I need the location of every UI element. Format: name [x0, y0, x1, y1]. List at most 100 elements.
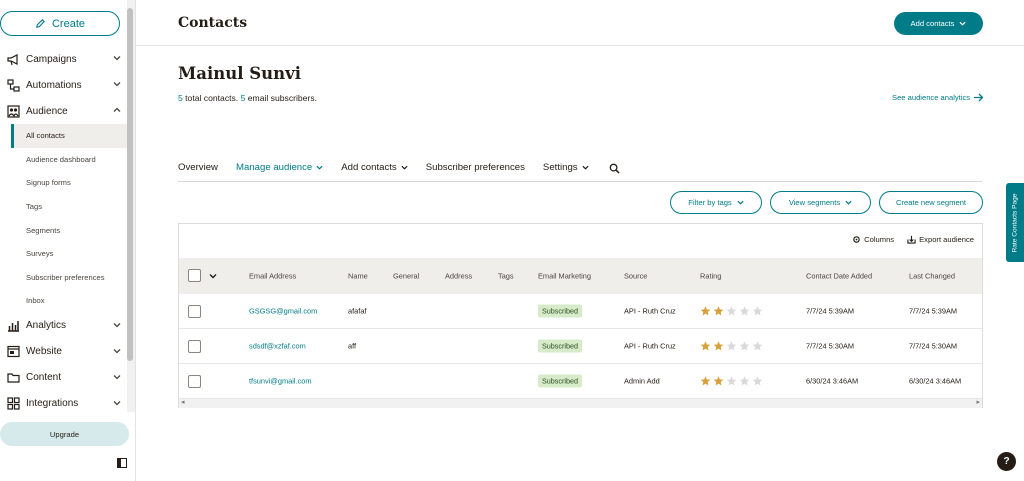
- sidebar-subitem-subscriber-preferences[interactable]: Subscriber preferences: [0, 266, 127, 290]
- star-icon[interactable]: [739, 341, 750, 352]
- contact-email-link[interactable]: sdsdf@xzfaf.com: [249, 342, 306, 351]
- star-icon[interactable]: [726, 306, 737, 317]
- sidebar-item-website[interactable]: Website: [0, 339, 127, 365]
- column-header-name[interactable]: Name: [348, 272, 368, 281]
- row-checkbox[interactable]: [188, 375, 201, 388]
- create-button[interactable]: Create: [0, 11, 120, 36]
- sidebar-item-campaigns[interactable]: Campaigns: [0, 46, 127, 72]
- contacts-table: Columns Export audience Email Address Nam…: [178, 223, 983, 408]
- sidebar-item-integrations[interactable]: Integrations: [0, 391, 127, 417]
- last-changed: 7/7/24 5:39AM: [909, 306, 958, 316]
- star-icon[interactable]: [739, 376, 750, 387]
- column-header-last-changed[interactable]: Last Changed: [909, 272, 955, 281]
- column-header-source[interactable]: Source: [624, 272, 647, 281]
- add-contacts-button[interactable]: Add contacts: [894, 12, 983, 35]
- sidebar-item-automations[interactable]: Automations: [0, 72, 127, 98]
- star-icon[interactable]: [700, 376, 711, 387]
- column-header-rating[interactable]: Rating: [700, 272, 721, 281]
- row-checkbox[interactable]: [188, 340, 201, 353]
- chevron-down-icon: [316, 165, 323, 170]
- star-icon[interactable]: [752, 306, 763, 317]
- upgrade-button[interactable]: Upgrade: [0, 422, 129, 446]
- row-checkbox[interactable]: [188, 305, 201, 318]
- sidebar-subitem-tags[interactable]: Tags: [0, 195, 127, 219]
- column-header-general[interactable]: General: [393, 272, 419, 281]
- sidebar-item-audience[interactable]: Audience: [0, 98, 127, 124]
- sidebar-item-analytics[interactable]: Analytics: [0, 313, 127, 339]
- browser-icon: [7, 346, 20, 358]
- audience-analytics-link[interactable]: See audience analytics: [892, 93, 984, 102]
- star-icon[interactable]: [726, 341, 737, 352]
- chevron-down-icon[interactable]: [209, 272, 217, 280]
- table-row: tfsunvi@gmail.com Subscribed Admin Add 6/30…: [179, 364, 982, 399]
- star-icon[interactable]: [726, 376, 737, 387]
- grid-icon: [7, 397, 20, 410]
- sidebar-subitem-surveys[interactable]: Surveys: [0, 242, 127, 266]
- sidebar-subitem-audience-dashboard[interactable]: Audience dashboard: [0, 148, 127, 172]
- chevron-down-icon: [401, 165, 408, 170]
- star-icon[interactable]: [713, 341, 724, 352]
- tab-label: Overview: [178, 162, 218, 173]
- sidebar-item-label: Audience: [26, 105, 68, 117]
- rate-contacts-page-tab[interactable]: Rate Contacts Page: [1006, 183, 1024, 262]
- app: Create Campaigns Automations Audience All c…: [0, 0, 1024, 481]
- chevron-down-icon: [113, 56, 121, 61]
- column-header-email-address[interactable]: Email Address: [249, 272, 296, 281]
- column-header-email-marketing[interactable]: Email Marketing: [538, 272, 591, 281]
- tab-manage-audience[interactable]: Manage audience: [236, 162, 323, 175]
- sidebar-scrollbar[interactable]: [127, 8, 133, 361]
- tab-subscriber-preferences[interactable]: Subscriber preferences: [426, 162, 525, 175]
- arrow-right-icon: [974, 93, 984, 102]
- sidebar-subitem-segments[interactable]: Segments: [0, 218, 127, 242]
- star-icon[interactable]: [713, 376, 724, 387]
- tab-overview[interactable]: Overview: [178, 162, 218, 175]
- star-icon[interactable]: [700, 341, 711, 352]
- page-title: Contacts: [178, 15, 248, 31]
- star-icon[interactable]: [739, 306, 750, 317]
- tab-label: Add contacts: [341, 162, 397, 173]
- export-audience-button[interactable]: Export audience: [907, 235, 974, 244]
- sidebar-item-label: Analytics: [26, 320, 67, 332]
- sidebar-subitem-inbox[interactable]: Inbox: [0, 289, 127, 313]
- table-horizontal-scrollbar[interactable]: [179, 398, 982, 408]
- tab-settings[interactable]: Settings: [543, 162, 589, 175]
- star-icon[interactable]: [700, 306, 711, 317]
- last-changed: 6/30/24 3:46AM: [909, 376, 962, 386]
- create-new-segment-button[interactable]: Create new segment: [879, 191, 983, 214]
- contact-source: Admin Add: [624, 376, 660, 386]
- filter-by-tags-button[interactable]: Filter by tags: [670, 191, 762, 214]
- star-icon[interactable]: [752, 341, 763, 352]
- export-icon: [907, 235, 916, 244]
- view-segments-button[interactable]: View segments: [770, 191, 871, 214]
- sidebar-item-content[interactable]: Content: [0, 365, 127, 391]
- email-subscribers-text: email subscribers.: [245, 93, 318, 103]
- flow-icon: [7, 78, 20, 92]
- help-button[interactable]: ?: [997, 452, 1016, 471]
- columns-button[interactable]: Columns: [852, 235, 894, 244]
- chevron-down-icon: [959, 21, 967, 26]
- export-audience-label: Export audience: [919, 235, 974, 244]
- status-badge: Subscribed: [538, 339, 582, 353]
- audience-stats: 5 total contacts. 5 email subscribers.: [178, 93, 317, 103]
- sidebar-subitem-all-contacts[interactable]: All contacts: [11, 124, 127, 148]
- chevron-down-icon: [113, 400, 121, 406]
- sidebar-item-label: Content: [26, 372, 62, 384]
- sidebar-subitem-signup-forms[interactable]: Signup forms: [0, 171, 127, 195]
- contact-name: afafaf: [348, 306, 367, 316]
- add-contacts-label: Add contacts: [910, 19, 955, 28]
- total-contacts-text: total contacts.: [182, 93, 241, 103]
- column-header-address[interactable]: Address: [445, 272, 472, 281]
- select-all-checkbox[interactable]: [188, 269, 201, 282]
- tab-label: Settings: [542, 162, 578, 173]
- column-header-tags[interactable]: Tags: [498, 272, 514, 281]
- contact-email-link[interactable]: tfsunvi@gmail.com: [249, 377, 312, 386]
- search-icon[interactable]: [609, 163, 620, 174]
- collapse-sidebar-icon[interactable]: [117, 458, 127, 468]
- star-icon[interactable]: [713, 306, 724, 317]
- tab-label: Subscriber preferences: [425, 162, 525, 173]
- tab-add-contacts[interactable]: Add contacts: [341, 162, 408, 175]
- star-icon[interactable]: [752, 376, 763, 387]
- contact-email-link[interactable]: GSGSG@gmail.com: [249, 307, 317, 316]
- chevron-down-icon: [113, 322, 121, 328]
- column-header-contact-date-added[interactable]: Contact Date Added: [806, 272, 872, 281]
